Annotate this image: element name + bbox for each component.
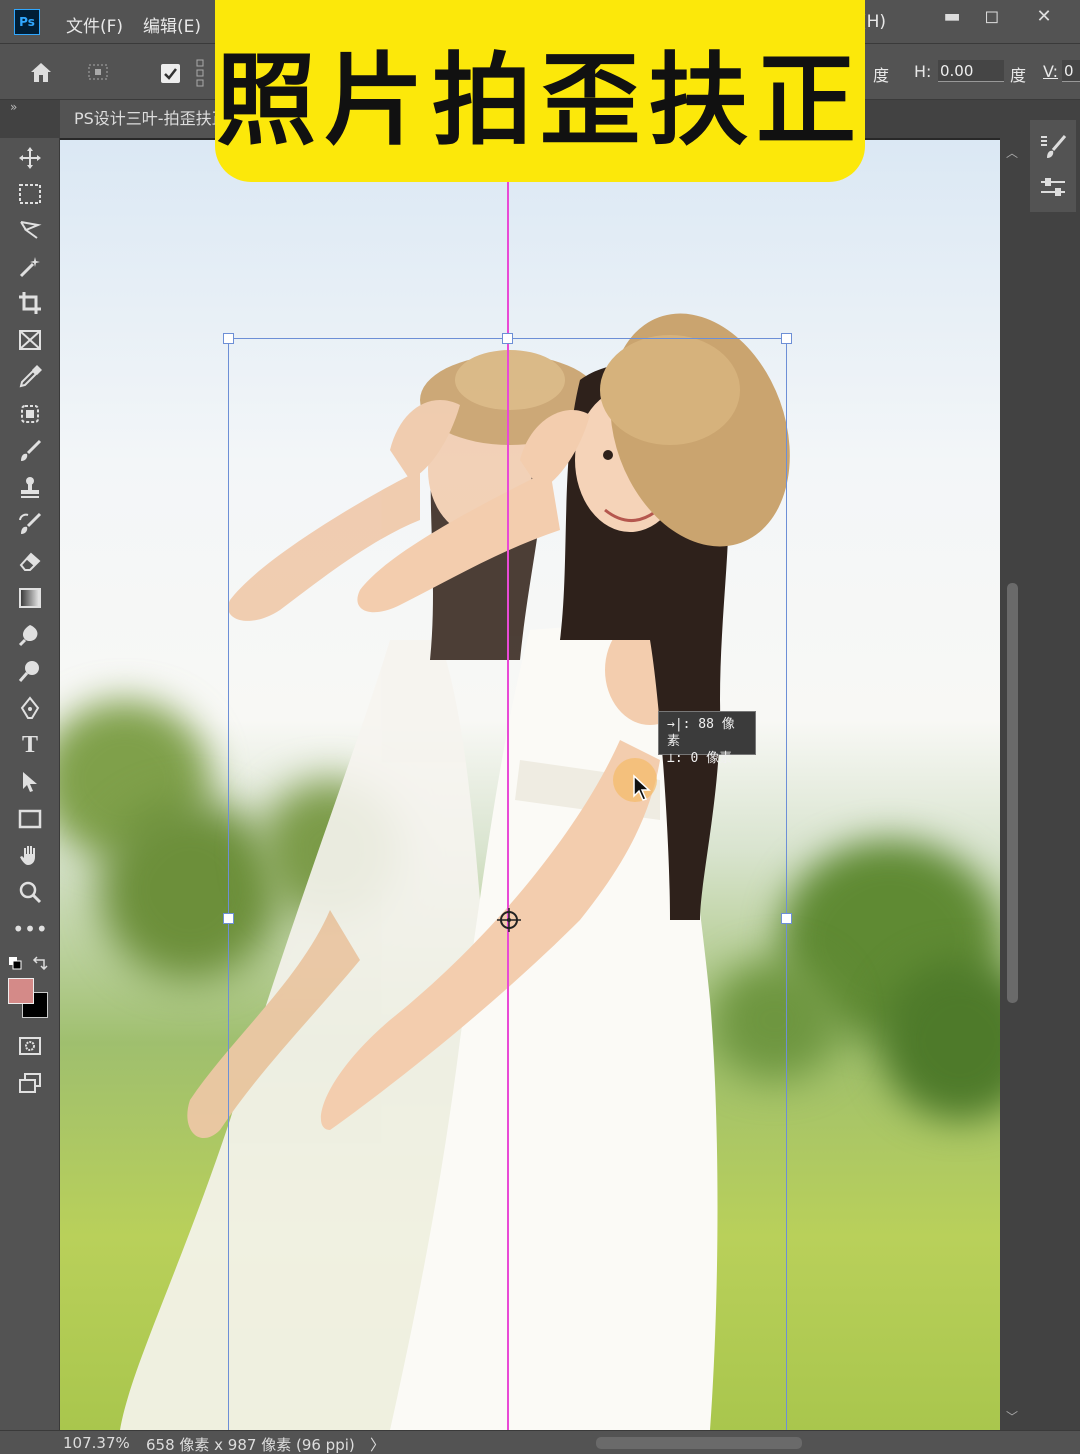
lasso-tool-icon[interactable] [14, 215, 46, 245]
pen-tool-icon[interactable] [14, 693, 46, 723]
status-bar: 107.37% 658 像素 x 987 像素 (96 ppi) 〉 [0, 1430, 1080, 1454]
h-skew-input[interactable]: 0.00 [938, 60, 1004, 82]
foreground-color-swatch[interactable] [8, 978, 34, 1004]
history-brush-tool-icon[interactable] [14, 509, 46, 539]
canvas-area[interactable]: →|: 88 像素 ⊥: 0 像素 ︿ ﹀ [60, 138, 1025, 1430]
h-skew-unit-label: 度 [1010, 66, 1027, 85]
transform-handle-top-right[interactable] [781, 333, 792, 344]
move-tool-icon[interactable] [14, 143, 46, 173]
transform-box-right-edge[interactable] [786, 338, 787, 1430]
reference-point-crosshair-icon[interactable] [497, 908, 521, 932]
transform-box-left-edge[interactable] [228, 338, 229, 1430]
home-icon[interactable] [28, 60, 54, 84]
tooltip-x-offset: →|: 88 像素 [667, 717, 735, 749]
tooltip-y-offset: ⊥: 0 像素 [667, 751, 733, 766]
spot-healing-tool-icon[interactable] [14, 399, 46, 429]
checkbox-icon[interactable] [160, 63, 182, 85]
vertical-scrollbar-thumb[interactable] [1007, 583, 1018, 1003]
eraser-tool-icon[interactable] [14, 546, 46, 576]
transform-handle-middle-right[interactable] [781, 913, 792, 924]
document-info: 658 像素 x 987 像素 (96 ppi) [146, 1436, 355, 1454]
right-panel-dock [1025, 100, 1080, 1430]
photoshop-logo: Ps [14, 9, 40, 35]
vertical-scrollbar[interactable]: ︿ ﹀ [1000, 138, 1025, 1430]
transform-handle-top-left[interactable] [223, 333, 234, 344]
v-skew-label: V: [1043, 62, 1059, 81]
gradient-tool-icon[interactable] [14, 583, 46, 613]
h-skew-label: H: [914, 62, 932, 81]
transform-reference-icon[interactable] [86, 62, 112, 82]
reference-point-grid-icon[interactable] [195, 58, 215, 88]
brush-tool-icon[interactable] [14, 436, 46, 466]
move-offset-tooltip: →|: 88 像素 ⊥: 0 像素 [658, 711, 756, 766]
menu-file[interactable]: 文件(F) [66, 12, 123, 37]
zoom-level[interactable]: 107.37% [63, 1434, 130, 1452]
menu-edit[interactable]: 编辑(E) [143, 12, 201, 37]
marquee-tool-icon[interactable] [14, 179, 46, 209]
crop-tool-icon[interactable] [14, 288, 46, 318]
angle-unit-label: 度 [873, 66, 890, 85]
title-banner: 照片拍歪扶正 [215, 0, 865, 182]
zoom-tool-icon[interactable] [14, 877, 46, 907]
clone-stamp-tool-icon[interactable] [14, 472, 46, 502]
dodge-tool-icon[interactable] [14, 656, 46, 686]
adjustments-sliders-icon[interactable] [1039, 176, 1067, 202]
more-tools-icon[interactable]: ••• [12, 914, 47, 944]
swap-colors-icon[interactable] [32, 956, 48, 970]
close-button[interactable]: ✕ [1022, 6, 1066, 30]
frame-tool-icon[interactable] [14, 325, 46, 355]
scroll-down-icon[interactable]: ﹀ [1006, 1408, 1018, 1425]
scroll-up-icon[interactable]: ︿ [1006, 144, 1018, 161]
v-skew-input[interactable]: 0 [1062, 60, 1080, 82]
screen-mode-icon[interactable] [14, 1068, 46, 1098]
default-colors-icon[interactable] [8, 956, 22, 970]
mouse-pointer-icon [633, 774, 651, 801]
hand-tool-icon[interactable] [14, 840, 46, 870]
magic-wand-tool-icon[interactable] [14, 252, 46, 282]
type-tool-icon[interactable]: T [14, 730, 46, 760]
brush-settings-icon[interactable] [1039, 134, 1067, 160]
rectangle-tool-icon[interactable] [14, 804, 46, 834]
horizontal-scrollbar-thumb[interactable] [596, 1437, 802, 1449]
collapse-toolbar-icon[interactable]: » [10, 100, 17, 114]
transform-handle-middle-left[interactable] [223, 913, 234, 924]
tools-panel: T ••• [0, 138, 60, 1430]
eyedropper-tool-icon[interactable] [14, 362, 46, 392]
document-photo[interactable] [60, 140, 1000, 1430]
restore-button[interactable]: ◻ [970, 6, 1014, 30]
status-menu-arrow-icon[interactable]: 〉 [370, 1434, 385, 1454]
banner-title: 照片拍歪扶正 [216, 41, 864, 159]
minimize-button[interactable]: ▬ [930, 6, 974, 30]
subject-main-copy [320, 313, 790, 1430]
smart-guide-line [507, 182, 509, 1430]
quick-mask-icon[interactable] [14, 1031, 46, 1061]
blur-tool-icon[interactable] [14, 620, 46, 650]
path-selection-tool-icon[interactable] [14, 767, 46, 797]
transform-handle-top-center[interactable] [502, 333, 513, 344]
